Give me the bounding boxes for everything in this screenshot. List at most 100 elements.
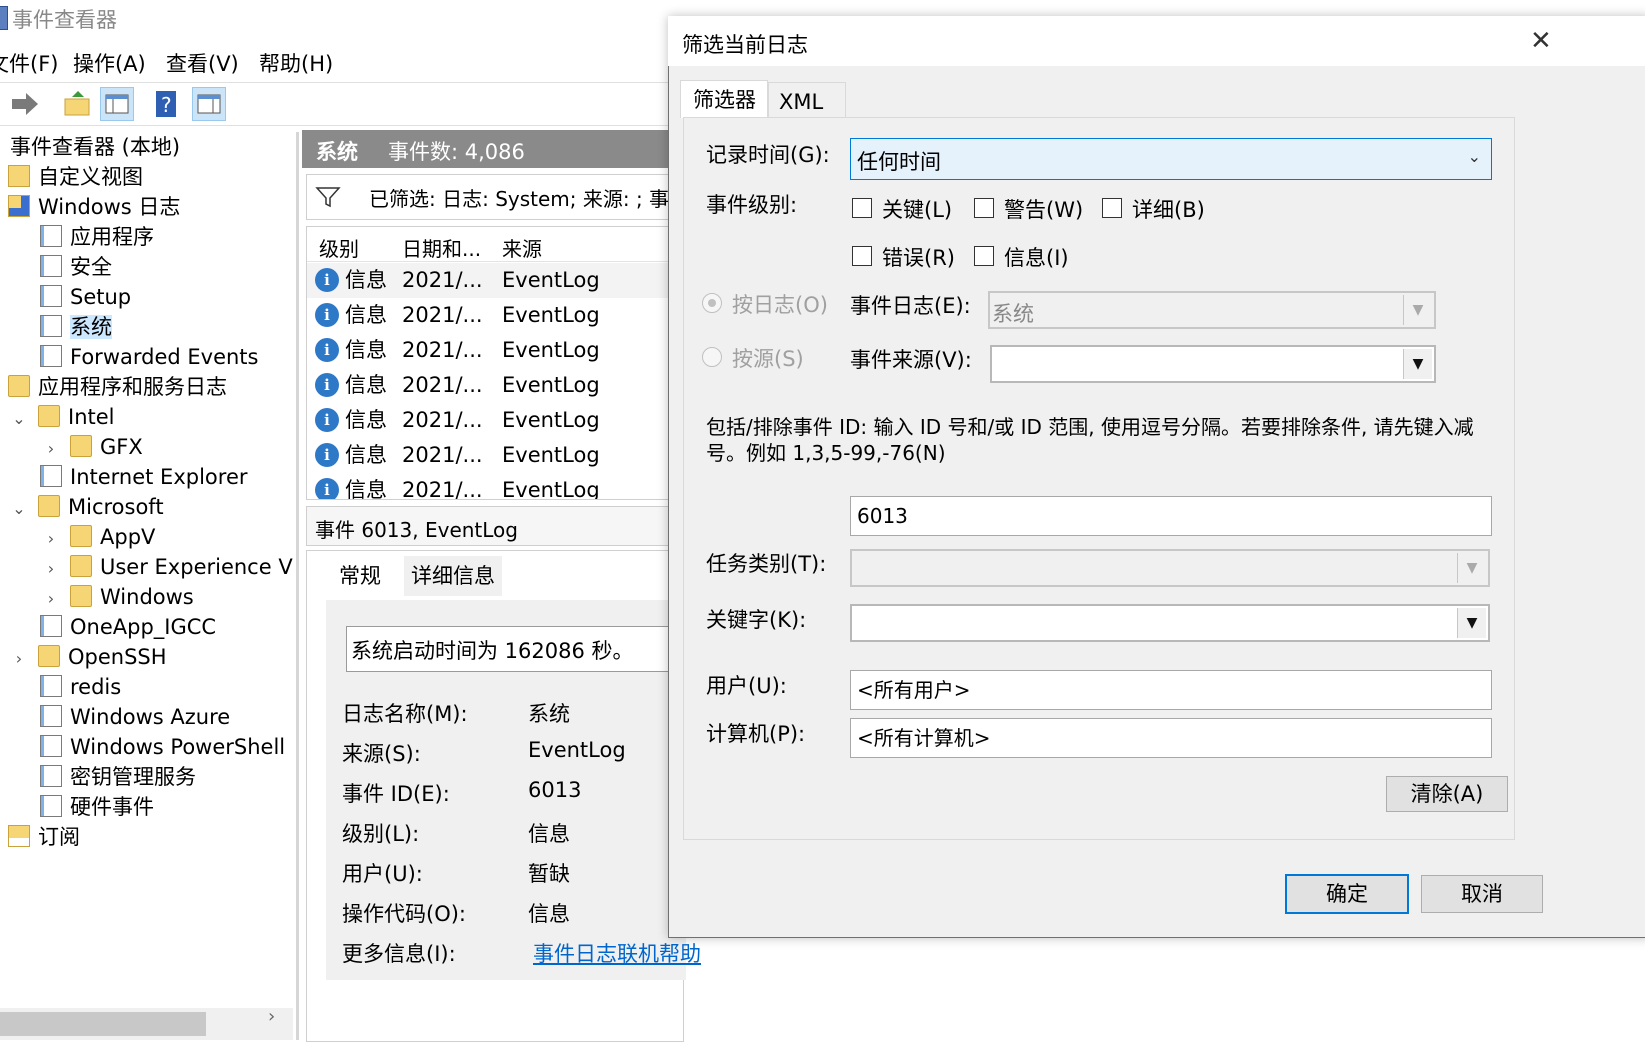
tree-openssh[interactable]: › OpenSSH	[12, 642, 167, 672]
tree-uev[interactable]: ›User Experience Virtu	[44, 552, 294, 582]
menu-help[interactable]: 帮助(H)	[259, 48, 333, 78]
folder-icon	[70, 525, 92, 547]
log-icon	[40, 735, 62, 757]
ok-button[interactable]: 确定	[1285, 874, 1409, 914]
online-help-link[interactable]: 事件日志联机帮助	[533, 938, 701, 968]
tree-powershell[interactable]: Windows PowerShell	[40, 732, 285, 762]
event-message-box[interactable]: 系统启动时间为 162086 秒。	[346, 626, 678, 672]
tree-subscriptions[interactable]: 订阅	[8, 822, 80, 852]
tree-log-security[interactable]: 安全	[40, 252, 112, 282]
tree-app-services[interactable]: 应用程序和服务日志	[8, 372, 227, 402]
tree-log-system[interactable]: 系统	[40, 312, 112, 342]
tree-log-setup[interactable]: Setup	[40, 282, 131, 312]
show-hide-tree-icon[interactable]	[100, 87, 134, 121]
chevron-right-icon[interactable]: ›	[44, 434, 58, 464]
forward-arrow-icon[interactable]	[8, 87, 42, 121]
log-icon	[40, 705, 62, 727]
toolbar: ?	[0, 82, 700, 126]
field-label-level: 级别(L):	[342, 822, 420, 846]
menu-file[interactable]: 文件(F)	[0, 48, 58, 78]
level-error-label: 错误(R)	[882, 246, 955, 270]
help-icon[interactable]: ?	[150, 87, 184, 121]
show-hide-action-pane-icon[interactable]	[192, 87, 226, 121]
close-icon[interactable]: ✕	[1530, 26, 1552, 56]
log-icon	[40, 615, 62, 637]
tree-custom-views[interactable]: 自定义视图	[8, 162, 143, 192]
log-icon	[40, 465, 62, 487]
clear-button[interactable]: 清除(A)	[1386, 776, 1508, 812]
table-row[interactable]: i 信息 2021/... EventLog	[307, 298, 683, 333]
column-date[interactable]: 日期和...	[402, 233, 481, 262]
keywords-select[interactable]: ▼	[850, 604, 1490, 642]
tab-general[interactable]: 常规	[320, 556, 400, 596]
column-level[interactable]: 级别	[319, 233, 359, 262]
dialog-title-bar	[668, 16, 1645, 66]
tree-windows[interactable]: › Windows	[44, 582, 194, 612]
level-warning-checkbox[interactable]	[974, 198, 994, 218]
tab-filter[interactable]: 筛选器	[680, 80, 768, 118]
folder-icon	[8, 375, 30, 397]
chevron-right-icon[interactable]: ›	[12, 644, 26, 674]
event-detail-title: 事件 6013, EventLog	[315, 518, 518, 542]
logged-select[interactable]: 任何时间 ⌄	[850, 138, 1492, 180]
keywords-label: 关键字(K):	[706, 608, 807, 632]
chevron-right-icon[interactable]: ›	[44, 524, 58, 554]
tree-microsoft[interactable]: ⌄ Microsoft	[12, 492, 164, 522]
level-error-checkbox[interactable]	[852, 246, 872, 266]
tree-gfx[interactable]: › GFX	[44, 432, 143, 462]
level-verbose-checkbox[interactable]	[1102, 198, 1122, 218]
windows-logs-icon	[8, 195, 30, 217]
by-log-label: 按日志(O)	[732, 293, 828, 317]
tree-redis[interactable]: redis	[40, 672, 121, 702]
table-row[interactable]: i 信息 2021/... EventLog	[307, 438, 683, 473]
table-row[interactable]: i 信息 2021/... EventLog	[307, 368, 683, 403]
tree-root[interactable]: 事件查看器 (本地)	[10, 132, 180, 162]
tree-windows-logs[interactable]: Windows 日志	[8, 192, 180, 222]
log-icon	[40, 765, 62, 787]
events-table: 级别 日期和... 来源 i 信息 2021/... EventLog i 信息 2021…	[306, 226, 684, 500]
tree-log-forwarded[interactable]: Forwarded Events	[40, 342, 258, 372]
tree-appv[interactable]: › AppV	[44, 522, 155, 552]
event-source-select[interactable]: ▼	[990, 345, 1436, 383]
tree-kms[interactable]: 密钥管理服务	[40, 762, 196, 792]
computer-input[interactable]: <所有计算机>	[850, 718, 1492, 758]
level-information-checkbox[interactable]	[974, 246, 994, 266]
scroll-right-arrow-icon[interactable]: ›	[268, 1006, 275, 1027]
field-label-log-name: 日志名称(M):	[342, 702, 468, 726]
field-value-opcode: 信息	[528, 902, 570, 926]
table-row[interactable]: i 信息 2021/... EventLog	[307, 333, 683, 368]
table-row[interactable]: i 信息 2021/... EventLog	[307, 263, 683, 298]
event-log-select[interactable]: 系统 ▼	[988, 291, 1436, 329]
table-row[interactable]: i 信息 2021/... EventLog	[307, 403, 683, 438]
chevron-right-icon[interactable]: ›	[44, 554, 58, 582]
chevron-down-icon[interactable]: ⌄	[12, 494, 26, 524]
tree-hardware[interactable]: 硬件事件	[40, 792, 154, 822]
cancel-button[interactable]: 取消	[1421, 875, 1543, 913]
menu-view[interactable]: 查看(V)	[166, 48, 239, 78]
tree-log-application[interactable]: 应用程序	[40, 222, 154, 252]
event-log-label: 事件日志(E):	[850, 294, 971, 318]
event-id-input[interactable]: 6013	[850, 496, 1492, 536]
menu-action[interactable]: 操作(A)	[73, 48, 146, 78]
folder-up-icon[interactable]	[60, 87, 94, 121]
tree-ie[interactable]: Internet Explorer	[40, 462, 248, 492]
tree-intel[interactable]: ⌄ Intel	[12, 402, 115, 432]
column-source[interactable]: 来源	[502, 233, 542, 262]
tab-details[interactable]: 详细信息	[404, 556, 502, 596]
chevron-down-icon[interactable]: ⌄	[12, 404, 26, 434]
level-critical-checkbox[interactable]	[852, 198, 872, 218]
table-row[interactable]: i 信息 2021/... EventLog	[307, 473, 683, 499]
tree-azure[interactable]: Windows Azure	[40, 702, 230, 732]
task-category-select[interactable]: ▼	[850, 549, 1490, 587]
user-input[interactable]: <所有用户>	[850, 670, 1492, 710]
by-source-radio[interactable]	[702, 347, 722, 367]
log-icon	[40, 225, 62, 247]
field-value-event-id: 6013	[528, 778, 582, 802]
info-icon: i	[315, 268, 339, 292]
chevron-right-icon[interactable]: ›	[44, 584, 58, 614]
tree-oneapp[interactable]: OneApp_IGCC	[40, 612, 216, 642]
tab-xml[interactable]: XML	[768, 82, 846, 120]
tree-scrollbar-thumb[interactable]	[0, 1012, 206, 1036]
event-viewer-icon	[0, 6, 8, 30]
by-log-radio[interactable]	[702, 293, 722, 313]
